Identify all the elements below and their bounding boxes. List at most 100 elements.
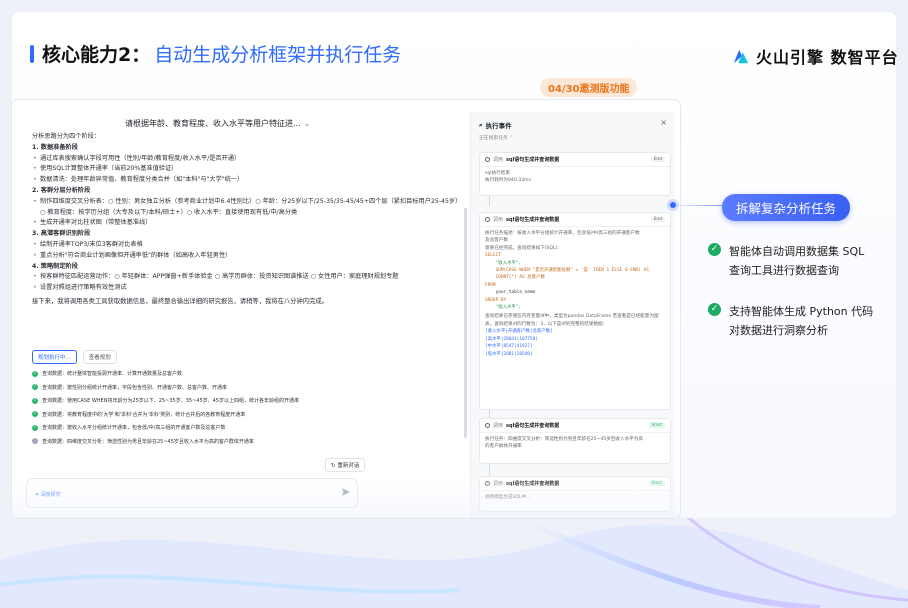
- check-icon: ✓: [708, 303, 721, 316]
- title-accent-bar: [30, 44, 34, 63]
- event-card[interactable]: 调用 sql语句生成并查询数据 Start 调用模型生成SQL中...: [479, 476, 671, 512]
- step-text: 查询数据：统计整体智能投顾开通率、计算开通数量及总客户数: [42, 371, 183, 378]
- step-text: 查询数据：将教育程度中的'大学'和'本科'合并为'本科'类别，统计合并后的各教育…: [42, 411, 246, 418]
- tool-icon: [485, 481, 490, 486]
- user-question[interactable]: 请根据年龄、教育程度、收入水平等用户特征进... ⌄: [125, 118, 310, 129]
- call-label: 调用: [493, 423, 504, 429]
- call-label: 调用: [493, 481, 504, 487]
- panel-header: ⌕ 执行事件: [479, 120, 512, 131]
- code-line: "收入水平",: [485, 260, 522, 266]
- section-title: 1. 数据准备阶段: [32, 143, 78, 151]
- list-item: 使用SQL计算整体开通率（当前20%基准值验证）: [32, 164, 462, 175]
- card-line: 意果已经完成，查询结果如下(SQL):: [485, 245, 559, 251]
- panel-status-text: 正在搜索任务: [479, 136, 508, 141]
- check-icon: ✓: [32, 370, 38, 377]
- assistant-answer: 分析思路分为四个阶段： 1. 数据准备阶段 通过库表搜索确认字段可用性（性别/年…: [32, 132, 462, 308]
- feature-bullet: ✓ 智能体自动调用数据集 SQL 查询工具进行数据查询: [708, 242, 864, 280]
- check-icon: ✓: [32, 411, 38, 418]
- chevron-down-icon[interactable]: ⌄: [304, 119, 311, 128]
- event-card[interactable]: 调用 sql语句生成并查询数据 End sql执行结束 执行耗时为940.33m…: [479, 152, 671, 196]
- card-line: 的客户群体开通率: [485, 444, 522, 450]
- code-line: SUM(CASE WHEN "是否开通智能投顾" = '是' THEN 1 EL…: [485, 268, 649, 274]
- chat-input[interactable]: ✦ 深度研究: [26, 478, 358, 508]
- timeline-connector: [489, 464, 490, 476]
- feature-bullet: ✓ 支持智能体生成 Python 代码 对数据进行洞察分析: [708, 302, 873, 340]
- plan-tabs: 规划执行中... 查看规划: [32, 350, 123, 364]
- question-text: 请根据年龄、教育程度、收入水平等用户特征进...: [125, 119, 301, 128]
- tool-name: sql语句生成并查询数据: [506, 157, 560, 163]
- status-badge: Start: [648, 423, 665, 428]
- call-label: 调用: [493, 157, 504, 163]
- code-line: your_table_name: [485, 290, 536, 296]
- section-title: 4. 策略制定阶段: [32, 262, 78, 270]
- card-header: 调用 sql语句生成并查询数据 Start: [480, 477, 670, 491]
- card-line: 调用模型生成SQL中...: [485, 495, 531, 500]
- callout-pill: 拆解复杂分析任务: [722, 194, 851, 221]
- slide-title: 核心能力2： 自动生成分析框架并执行任务: [30, 40, 401, 67]
- list-item: 制作四维度交叉分析表：○ 性别：男女独立分析（参考商业计划中6.4性别比）○ 年…: [32, 197, 462, 219]
- bullet-line: 支持智能体生成 Python 代码: [729, 305, 874, 318]
- card-body: sql执行结束 执行耗时为940.33ms: [480, 167, 670, 188]
- list-item[interactable]: ✓ 查询数据：将教育程度中的'大学'和'本科'合并为'本科'类别，统计合并后的各教…: [32, 408, 452, 422]
- deep-research-label: 深度研究: [40, 492, 61, 498]
- code-line: GROUP BY: [485, 297, 507, 303]
- retry-button[interactable]: ↻ 重新对话: [325, 458, 366, 472]
- status-badge: End: [650, 157, 665, 162]
- send-icon[interactable]: [341, 487, 351, 497]
- chat-scrollbar[interactable]: [464, 208, 467, 438]
- bullet-line: 查询工具进行数据查询: [729, 264, 839, 277]
- card-body: 调用模型生成SQL中...: [480, 491, 670, 504]
- tool-icon: [485, 217, 490, 222]
- tool-icon: [485, 157, 490, 162]
- callout-dot: [670, 202, 676, 208]
- bullet-line: 对数据进行洞察分析: [729, 324, 828, 337]
- brand-name: 火山引擎 数智平台: [756, 48, 899, 67]
- code-line: SELECT: [485, 253, 501, 259]
- step-text: 查询数据：使用CASE WHEN将年龄分为25岁以下、25~35岁、35~45岁…: [42, 398, 299, 405]
- bullet-line: 智能体自动调用数据集 SQL: [729, 245, 865, 258]
- tab-view-plan[interactable]: 查看规划: [82, 350, 117, 364]
- step-text: 查询数据：四维度交叉分析：筛选性别为男且年龄在25~45岁且收入水平为高的客户群…: [42, 438, 254, 445]
- tool-name: sql语句生成并查询数据: [506, 481, 560, 487]
- title-main: 自动生成分析框架并执行任务: [154, 44, 402, 66]
- list-item: 通过库表搜索确认字段可用性（性别/年龄/教育程度/收入水平/是否开通）: [32, 154, 462, 165]
- event-card[interactable]: 调用 sql语句生成并查询数据 Start 执行任务：四维度交叉分析：筛选性别为…: [479, 418, 671, 464]
- panel-status: 正在搜索任务 ⌃: [479, 136, 514, 141]
- callout-connector: [668, 205, 722, 206]
- section-title: 2. 客群分层分析阶段: [32, 186, 91, 194]
- check-icon: ✓: [708, 243, 721, 256]
- list-item[interactable]: ✓ 查询数据：使用CASE WHEN将年龄分为25岁以下、25~35岁、35~45…: [32, 394, 452, 408]
- code-line: "收入水平";: [485, 305, 522, 311]
- close-icon[interactable]: ×: [660, 118, 667, 127]
- call-label: 调用: [493, 217, 504, 223]
- list-item[interactable]: ✓ 查询数据：统计整体智能投顾开通率、计算开通数量及总客户数: [32, 367, 452, 381]
- beta-badge: 04/30邀测版功能: [540, 78, 638, 97]
- answer-conclusion: 接下来，我将调用各类工具获取数据信息，最终整合输出详细的研究报告，请稍等，我将在…: [32, 297, 328, 305]
- panel-title: 执行事件: [485, 122, 512, 130]
- brand-logo-block: 火山引擎 数智平台: [732, 44, 899, 68]
- list-item[interactable]: ◌ 查询数据：四维度交叉分析：筛选性别为男且年龄在25~45岁且收入水平为高的客户…: [32, 435, 452, 449]
- card-line: 执行耗时为940.33ms: [485, 178, 531, 184]
- card-line: 执行任务：四维度交叉分析：筛选性别为男且年龄在25~45岁且收入水平为高: [485, 437, 643, 442]
- event-card[interactable]: 调用 sql语句生成并查询数据 End 执行任务描述：按收入水平分组统计开通率，…: [479, 212, 671, 410]
- deep-research-toggle[interactable]: ✦ 深度研究: [35, 491, 61, 498]
- title-prefix: 核心能力2：: [42, 44, 151, 66]
- list-item: 按客群特征匹配运营动作：○ 年轻群体：APP弹窗+新手体验金 ○ 高学历群体：投…: [32, 272, 462, 283]
- tool-name: sql语句生成并查询数据: [506, 423, 560, 429]
- app-window: 请根据年龄、教育程度、收入水平等用户特征进... ⌄ 分析思路分为四个阶段： 1.…: [12, 100, 680, 518]
- retry-label: 重新对话: [337, 463, 360, 469]
- card-body: 执行任务描述：按收入水平分组统计开通率，包含低/中/高三组的开通客户数 及总客户…: [480, 227, 670, 361]
- status-badge: End: [650, 217, 665, 222]
- card-line: 执行任务描述：按收入水平分组统计开通率，包含低/中/高三组的开通客户数: [485, 231, 640, 236]
- card-line: 及总客户数: [485, 238, 508, 244]
- list-item: 重点分析"符合商业计划画像但开通率低"的群体（如高收入年轻男性）: [32, 251, 462, 262]
- list-item: 生成开通率对比柱状图（带整体基准线）: [32, 218, 462, 229]
- volcano-logo-icon: [733, 49, 749, 64]
- list-item[interactable]: ✓ 查询数据：按收入水平分组统计开通率，包含低/中/高三组的开通客户数及总客户数: [32, 421, 452, 435]
- list-item[interactable]: ✓ 查询数据：按性别分组统计开通率，字段包含性别、开通客户数、总客户数、开通率: [32, 381, 452, 395]
- tab-executing[interactable]: 规划执行中...: [32, 350, 77, 364]
- tool-icon: [485, 423, 490, 428]
- code-line: COUNT(*) AS 总客户数: [485, 275, 545, 281]
- card-line: sql执行结束: [485, 171, 510, 176]
- result-table: [收入水平|开通客户数|总客户数] [高水平|28041|107758] [中水…: [485, 329, 553, 357]
